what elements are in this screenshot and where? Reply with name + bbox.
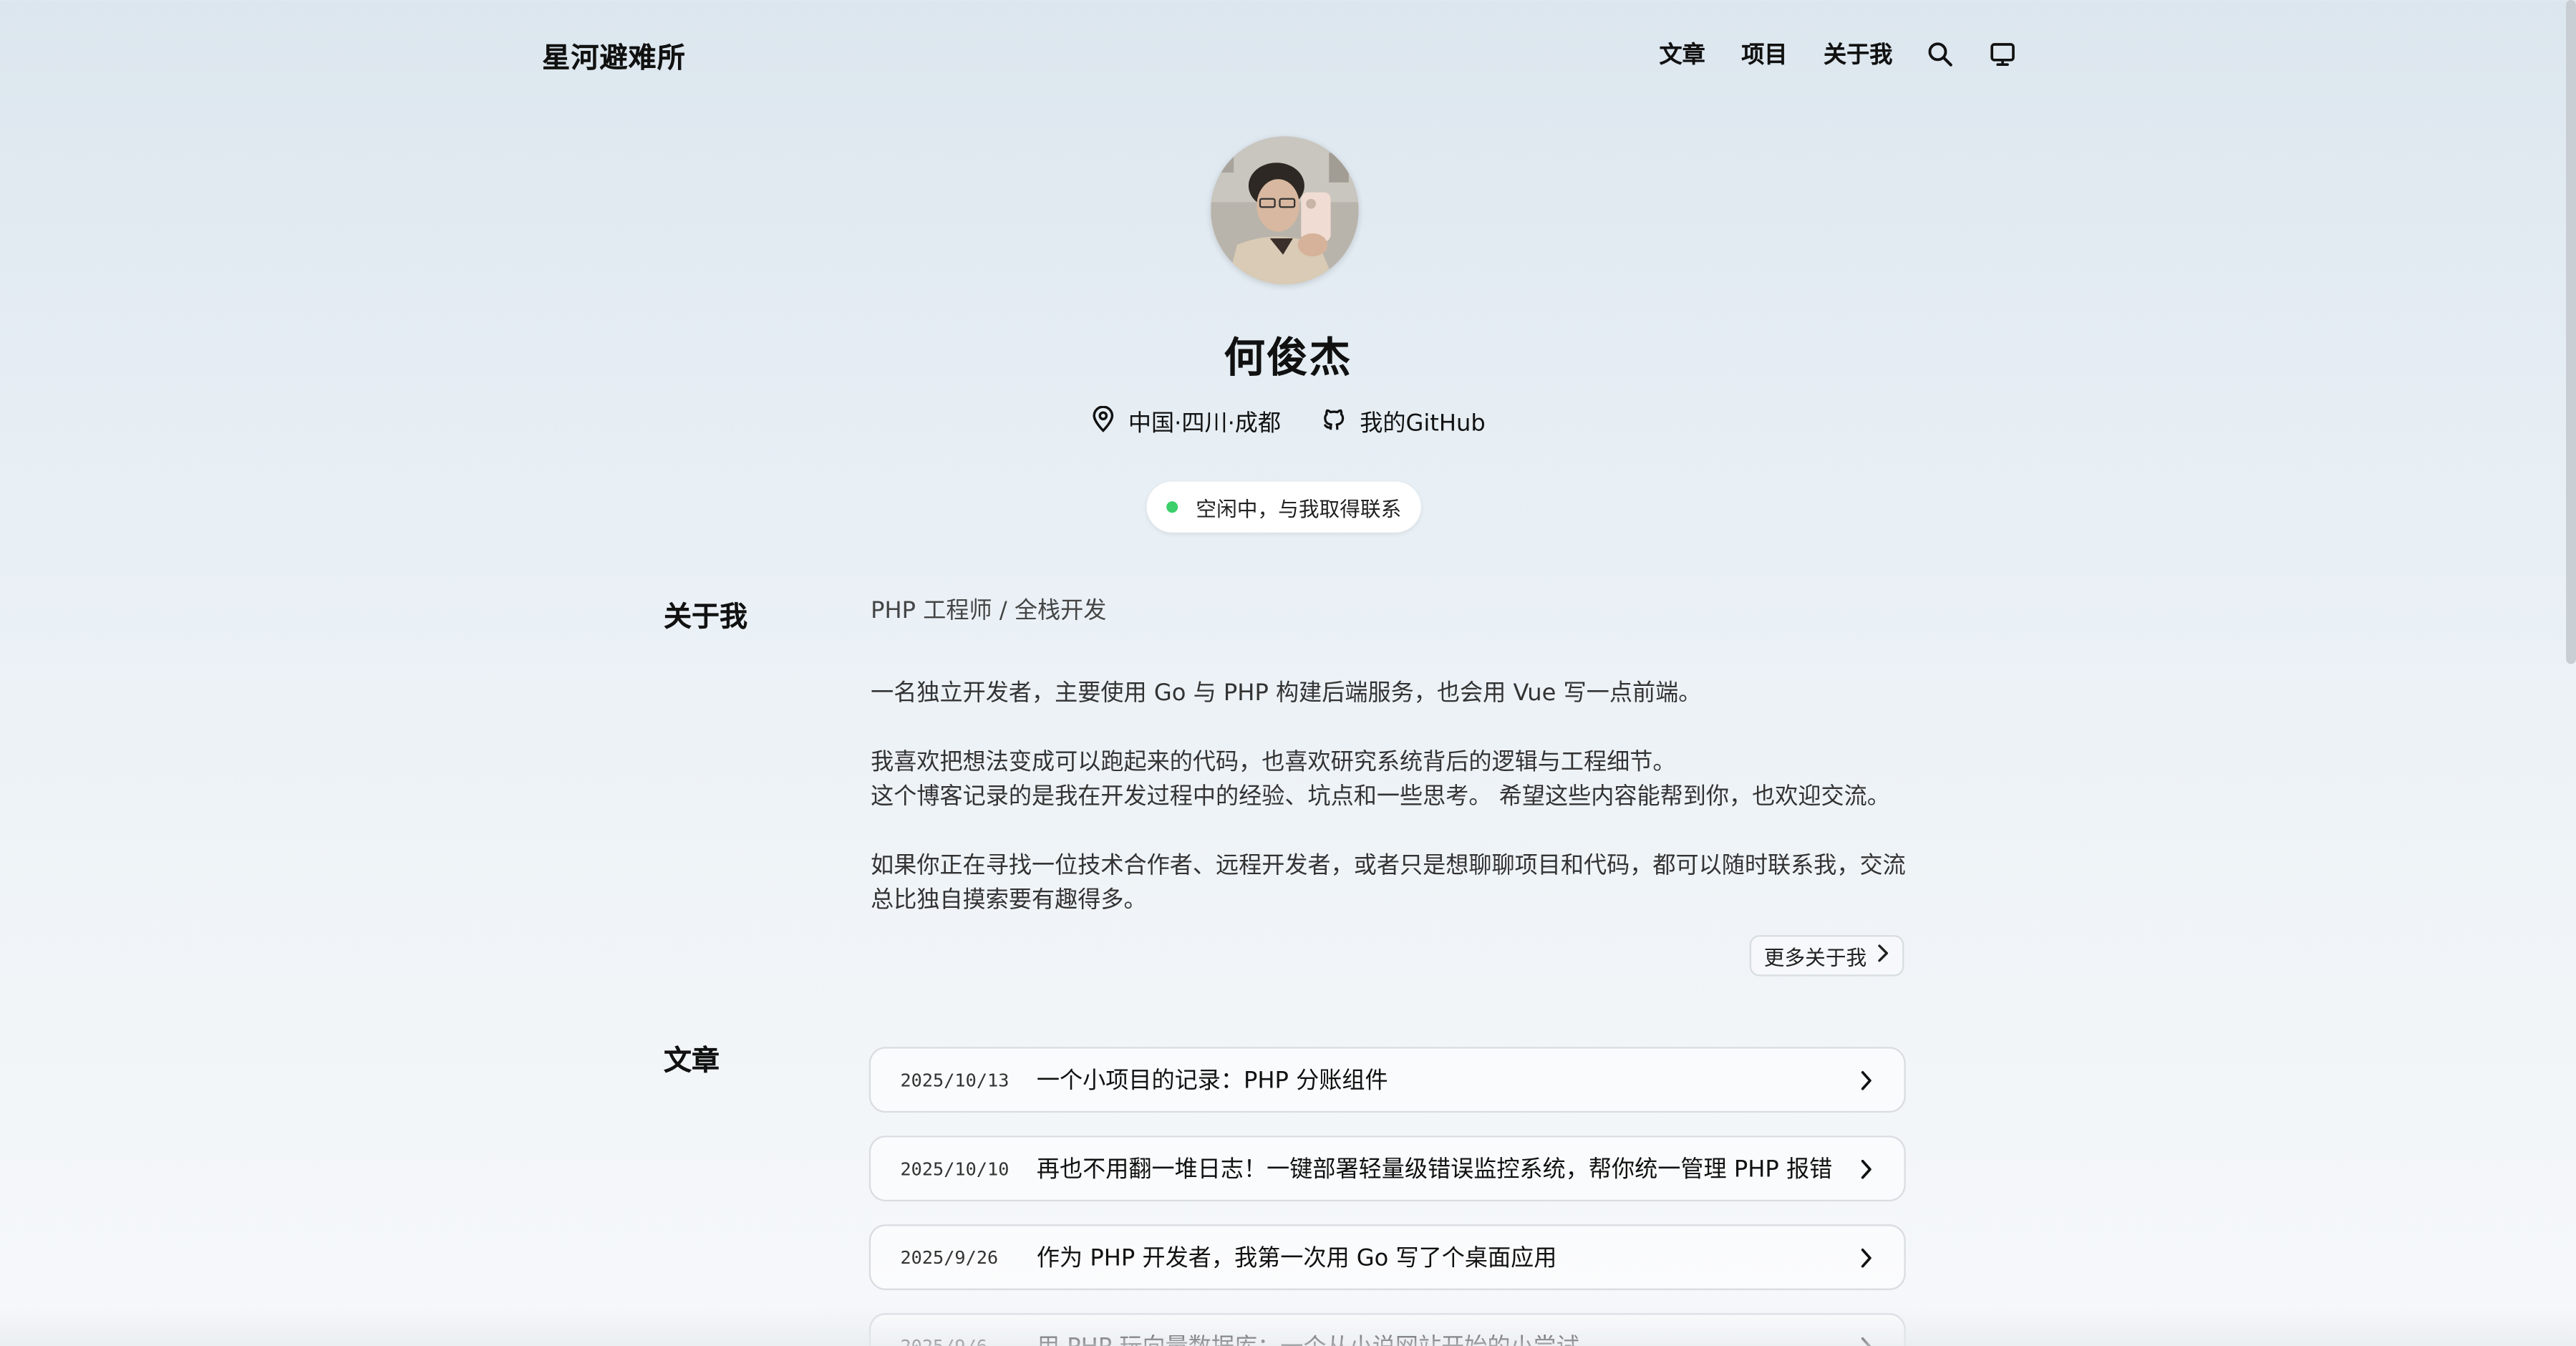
nav-about[interactable]: 关于我 (1824, 38, 1892, 71)
site-header: 星河避难所 文章 项目 关于我 (542, 29, 2018, 79)
article-title: 一个小项目的记录：PHP 分账组件 (1036, 1068, 1388, 1095)
about-heading: 关于我 (664, 601, 748, 635)
site-brand[interactable]: 星河避难所 (542, 34, 686, 75)
chevron-right-icon (1855, 1246, 1878, 1268)
profile-name: 何俊杰 (1224, 333, 1352, 382)
github-text: 我的GitHub (1360, 410, 1486, 437)
status-text: 空闲中，与我取得联系 (1196, 496, 1402, 521)
about-body: 一名独立开发者，主要使用 Go 与 PHP 构建后端服务，也会用 Vue 写一点… (871, 677, 1909, 954)
github-link[interactable]: 我的GitHub (1320, 406, 1486, 439)
main-nav: 文章 项目 关于我 (1623, 38, 2018, 71)
article-item[interactable]: 2025/10/13 一个小项目的记录：PHP 分账组件 (868, 1047, 1906, 1113)
article-item[interactable]: 2025/10/10 再也不用翻一堆日志！一键部署轻量级错误监控系统，帮你统一管… (868, 1136, 1906, 1202)
search-icon[interactable] (1925, 39, 1955, 69)
location: 中国·四川·成都 (1090, 405, 1282, 439)
about-paragraph: 我喜欢把想法变成可以跑起来的代码，也喜欢研究系统背后的逻辑与工程细节。 这个博客… (871, 746, 1909, 815)
nav-projects[interactable]: 项目 (1741, 38, 1787, 71)
article-date: 2025/9/26 (900, 1246, 999, 1268)
article-list: 2025/10/13 一个小项目的记录：PHP 分账组件 2025/10/10 … (868, 1047, 1906, 1346)
about-line: 这个博客记录的是我在开发过程中的经验、坑点和一些思考。 希望这些内容能帮到你，也… (871, 783, 1890, 810)
status-badge[interactable]: 空闲中，与我取得联系 (1146, 481, 1421, 533)
about-role: PHP 工程师 / 全栈开发 (871, 598, 1107, 625)
more-about-button[interactable]: 更多关于我 (1749, 935, 1904, 977)
chevron-right-icon (1866, 944, 1889, 968)
article-item[interactable]: 2025/9/6 用 PHP 玩向量数据库：一个从小说网站开始的小尝试 (868, 1313, 1906, 1346)
about-line: 我喜欢把想法变成可以跑起来的代码，也喜欢研究系统背后的逻辑与工程细节。 (871, 749, 1676, 776)
about-paragraph: 一名独立开发者，主要使用 Go 与 PHP 构建后端服务，也会用 Vue 写一点… (871, 680, 1702, 707)
chevron-right-icon (1855, 1335, 1878, 1346)
article-date: 2025/10/10 (900, 1158, 1009, 1180)
chevron-right-icon (1855, 1158, 1878, 1179)
github-icon (1320, 406, 1360, 439)
location-text: 中国·四川·成都 (1128, 410, 1282, 437)
page: 星河避难所 文章 项目 关于我 何俊杰 中国·四川·成都 我的GitHub 空闲… (0, 0, 2576, 1346)
nav-articles[interactable]: 文章 (1660, 38, 1705, 71)
article-date: 2025/9/6 (871, 1335, 1037, 1346)
article-date: 2025/10/13 (900, 1069, 1009, 1091)
articles-heading: 文章 (664, 1045, 720, 1078)
status-dot (1166, 501, 1178, 513)
article-title: 用 PHP 玩向量数据库：一个从小说网站开始的小尝试 (1037, 1330, 1855, 1346)
page-scrollbar[interactable] (2566, 0, 2576, 664)
monitor-icon[interactable] (1987, 39, 2017, 69)
article-title: 作为 PHP 开发者，我第一次用 Go 写了个桌面应用 (1036, 1245, 1557, 1272)
chevron-right-icon (1855, 1069, 1878, 1090)
more-about-label: 更多关于我 (1763, 944, 1867, 970)
article-title: 再也不用翻一堆日志！一键部署轻量级错误监控系统，帮你统一管理 PHP 报错 (1036, 1157, 1833, 1183)
map-pin-icon (1090, 405, 1128, 439)
article-item[interactable]: 2025/9/26 作为 PHP 开发者，我第一次用 Go 写了个桌面应用 (868, 1224, 1906, 1290)
avatar (1211, 136, 1359, 285)
about-paragraph: 如果你正在寻找一位技术合作者、远程开发者，或者只是想聊聊项目和代码，都可以随时联… (871, 853, 1906, 914)
profile-meta: 中国·四川·成都 我的GitHub (0, 405, 2576, 439)
